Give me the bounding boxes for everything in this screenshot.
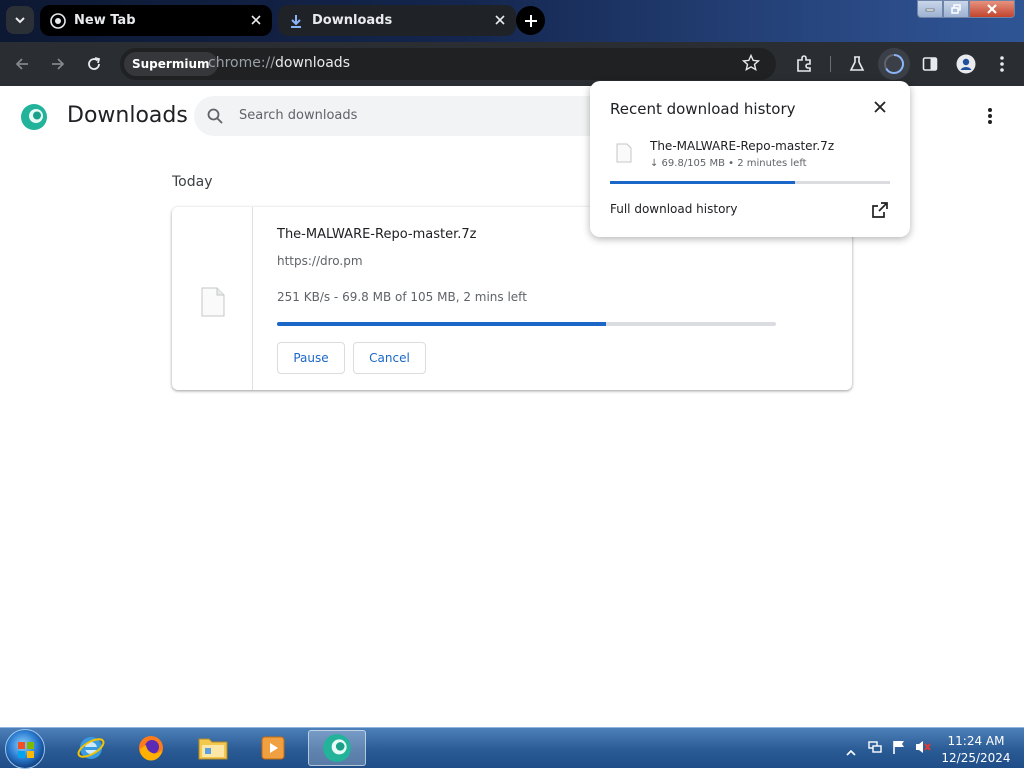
download-bubble-popup: Recent download history The-MALWARE-Repo… xyxy=(590,81,910,237)
arrow-right-icon xyxy=(52,58,65,70)
more-vert-icon xyxy=(1000,56,1004,72)
forward-button[interactable] xyxy=(44,50,72,78)
supermium-logo-icon xyxy=(323,734,351,762)
download-icon xyxy=(288,13,304,29)
flask-icon xyxy=(849,56,865,71)
restore-button[interactable] xyxy=(943,0,969,18)
popup-progress-fill xyxy=(610,181,795,184)
show-hidden-icons-button[interactable] xyxy=(846,742,856,761)
tab-label: New Tab xyxy=(74,13,136,28)
media-player-icon xyxy=(261,736,285,760)
downloads-button[interactable] xyxy=(878,48,910,80)
volume-muted-icon[interactable] xyxy=(914,739,932,759)
file-icon xyxy=(200,287,226,321)
search-placeholder: Search downloads xyxy=(239,108,358,123)
windows-taskbar: 11:24 AM 12/25/2024 xyxy=(0,727,1024,769)
site-chip[interactable]: Supermium xyxy=(124,52,218,76)
more-vert-icon xyxy=(988,108,992,124)
close-icon xyxy=(987,4,997,14)
download-file-name[interactable]: The-MALWARE-Repo-master.7z xyxy=(277,227,476,242)
download-progress-bar xyxy=(277,322,776,326)
back-button[interactable] xyxy=(8,50,36,78)
supermium-logo-icon xyxy=(20,103,48,135)
plus-icon xyxy=(524,14,537,27)
bookmark-star-icon[interactable] xyxy=(741,53,761,76)
restore-icon xyxy=(951,4,961,14)
popup-progress-bar xyxy=(610,181,890,184)
internet-explorer-icon xyxy=(77,737,105,759)
network-icon[interactable] xyxy=(867,739,883,759)
start-button[interactable] xyxy=(5,729,45,769)
clock-date[interactable]: 12/25/2024 xyxy=(940,751,1012,765)
windows-logo-icon xyxy=(18,742,34,758)
url-text[interactable]: chrome://downloads xyxy=(208,55,350,71)
popup-file-name[interactable]: The-MALWARE-Repo-master.7z xyxy=(650,139,834,153)
chevron-down-icon xyxy=(15,17,25,24)
labs-button[interactable] xyxy=(843,50,871,78)
taskbar-internet-explorer[interactable] xyxy=(62,730,120,766)
tab-strip: New Tab Downloads xyxy=(0,0,1024,42)
download-icon-column xyxy=(172,207,253,390)
extensions-button[interactable] xyxy=(790,50,818,78)
close-tab-icon[interactable] xyxy=(492,12,508,28)
date-section-label: Today xyxy=(172,174,213,190)
supermium-favicon-icon xyxy=(50,12,66,29)
new-tab-button[interactable] xyxy=(516,6,545,35)
page-title: Downloads xyxy=(67,103,188,128)
popup-title: Recent download history xyxy=(610,100,796,118)
tab-search-button[interactable] xyxy=(6,6,34,34)
clock-time[interactable]: 11:24 AM xyxy=(940,734,1012,748)
cancel-button[interactable]: Cancel xyxy=(353,342,426,374)
firefox-icon xyxy=(139,736,163,761)
download-status-text: 251 KB/s - 69.8 MB of 105 MB, 2 mins lef… xyxy=(277,290,527,304)
address-bar[interactable]: Supermium chrome://downloads xyxy=(120,48,776,80)
avatar-icon xyxy=(956,54,976,74)
toolbar-divider xyxy=(830,56,831,72)
close-tab-icon[interactable] xyxy=(248,12,264,28)
action-center-flag-icon[interactable] xyxy=(891,739,907,759)
url-scheme: chrome:// xyxy=(208,55,275,71)
side-panel-icon xyxy=(922,57,938,71)
window-controls xyxy=(917,0,1019,18)
profile-button[interactable] xyxy=(952,50,980,78)
full-download-history-link[interactable]: Full download history xyxy=(610,202,737,216)
taskbar-file-explorer[interactable] xyxy=(184,730,242,766)
side-panel-button[interactable] xyxy=(916,50,944,78)
tab-new-tab[interactable]: New Tab xyxy=(40,5,272,36)
tab-downloads[interactable]: Downloads xyxy=(278,5,516,36)
download-progress-fill xyxy=(277,322,607,326)
minimize-button[interactable] xyxy=(917,0,943,18)
close-popup-button[interactable] xyxy=(872,99,888,115)
download-source-url[interactable]: https://dro.pm xyxy=(277,254,363,268)
taskbar-media-player[interactable] xyxy=(244,730,302,766)
pause-button[interactable]: Pause xyxy=(277,342,345,374)
reload-button[interactable] xyxy=(80,50,108,78)
tab-label: Downloads xyxy=(312,13,393,28)
system-tray: 11:24 AM 12/25/2024 xyxy=(840,728,1024,769)
taskbar-firefox[interactable] xyxy=(122,730,180,766)
taskbar-supermium[interactable] xyxy=(308,730,366,766)
chevron-up-icon xyxy=(846,749,856,756)
page-more-menu-button[interactable] xyxy=(978,104,1002,132)
popup-download-status: ↓ 69.8/105 MB • 2 minutes left xyxy=(650,158,807,169)
puzzle-icon xyxy=(797,55,811,72)
close-window-button[interactable] xyxy=(969,0,1015,18)
reload-icon xyxy=(88,57,101,70)
browser-menu-button[interactable] xyxy=(988,50,1016,78)
download-progress-ring-icon xyxy=(884,54,904,74)
search-icon xyxy=(206,107,224,129)
browser-toolbar: Supermium chrome://downloads xyxy=(0,42,1024,86)
open-in-new-icon[interactable] xyxy=(871,201,889,223)
close-icon xyxy=(874,101,886,113)
file-icon xyxy=(616,143,632,167)
minimize-icon xyxy=(925,8,935,12)
url-host: downloads xyxy=(275,55,350,71)
arrow-left-icon xyxy=(15,58,28,70)
folder-icon xyxy=(198,738,228,760)
